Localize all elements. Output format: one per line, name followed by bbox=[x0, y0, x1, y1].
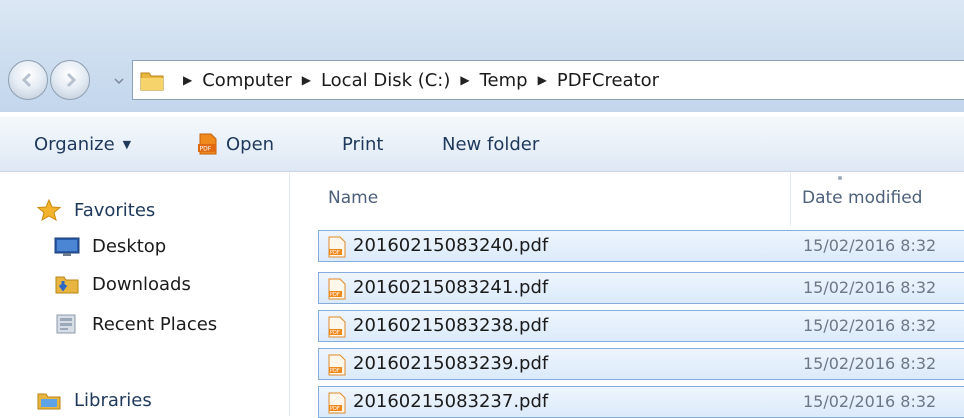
svg-text:PDF: PDF bbox=[330, 406, 340, 412]
breadcrumb-separator-icon[interactable]: ▶ bbox=[538, 73, 547, 87]
forward-button[interactable] bbox=[50, 60, 90, 100]
file-date: 15/02/2016 8:32 bbox=[803, 392, 937, 411]
nav-libraries[interactable]: Libraries bbox=[36, 386, 152, 414]
file-date: 15/02/2016 8:32 bbox=[803, 354, 937, 373]
star-icon bbox=[36, 199, 62, 221]
new-folder-label: New folder bbox=[442, 133, 540, 155]
breadcrumb-pdfcreator[interactable]: PDFCreator bbox=[557, 70, 659, 91]
file-name: 20160215083238.pdf bbox=[353, 315, 549, 336]
file-row[interactable]: PDF 20160215083241.pdf 15/02/2016 8:32 bbox=[318, 272, 964, 304]
nav-recent-places-label: Recent Places bbox=[92, 313, 218, 335]
pdf-file-icon: PDF bbox=[328, 316, 346, 338]
nav-downloads-label: Downloads bbox=[92, 273, 191, 295]
breadcrumb-separator-icon[interactable]: ▶ bbox=[302, 73, 311, 87]
chevron-down-icon: ▼ bbox=[122, 137, 132, 151]
nav-desktop-label: Desktop bbox=[92, 235, 167, 257]
back-button[interactable] bbox=[8, 60, 48, 100]
command-bar: Organize ▼ PDF Open Print New folder bbox=[0, 116, 964, 172]
pdf-file-icon: PDF bbox=[328, 278, 346, 300]
nav-favorites-label: Favorites bbox=[74, 199, 156, 221]
column-date-header[interactable]: Date modified bbox=[802, 188, 922, 208]
pdf-app-icon: PDF bbox=[198, 133, 217, 155]
new-folder-button[interactable]: New folder bbox=[442, 117, 539, 171]
pdf-file-icon: PDF bbox=[328, 236, 346, 258]
nav-recent-places[interactable]: Recent Places bbox=[54, 310, 217, 338]
print-label: Print bbox=[342, 133, 384, 155]
back-arrow-icon bbox=[21, 72, 32, 88]
forward-arrow-icon bbox=[66, 72, 77, 88]
nav-favorites[interactable]: Favorites bbox=[36, 196, 155, 224]
recent-places-icon bbox=[56, 314, 76, 334]
downloads-folder-icon bbox=[55, 276, 79, 294]
svg-text:PDF: PDF bbox=[330, 330, 340, 336]
column-header: Name Date modified bbox=[290, 172, 964, 226]
navigation-pane: Favorites Desktop Downloads Recent Place… bbox=[0, 172, 290, 416]
file-date: 15/02/2016 8:32 bbox=[803, 316, 937, 335]
file-row[interactable]: PDF 20160215083238.pdf 15/02/2016 8:32 bbox=[318, 310, 964, 342]
breadcrumb: ▶ Computer ▶ Local Disk (C:) ▶ Temp ▶ PD… bbox=[173, 61, 659, 99]
file-date: 15/02/2016 8:32 bbox=[803, 236, 937, 255]
organize-button[interactable]: Organize ▼ bbox=[34, 117, 131, 171]
breadcrumb-separator-icon[interactable]: ▶ bbox=[460, 73, 469, 87]
pdf-file-icon: PDF bbox=[328, 392, 346, 414]
svg-text:PDF: PDF bbox=[330, 368, 340, 374]
pdf-file-icon: PDF bbox=[328, 354, 346, 376]
file-name: 20160215083241.pdf bbox=[353, 277, 549, 298]
column-divider[interactable] bbox=[790, 172, 791, 226]
breadcrumb-local-disk[interactable]: Local Disk (C:) bbox=[321, 70, 450, 91]
address-bar[interactable]: ▶ Computer ▶ Local Disk (C:) ▶ Temp ▶ PD… bbox=[132, 60, 964, 100]
organize-label: Organize bbox=[34, 133, 115, 155]
recent-pages-dropdown-icon[interactable] bbox=[114, 76, 124, 86]
file-row[interactable]: PDF 20160215083240.pdf 15/02/2016 8:32 bbox=[318, 230, 964, 262]
print-button[interactable]: Print bbox=[342, 117, 383, 171]
open-button[interactable]: PDF Open bbox=[196, 117, 274, 171]
nav-downloads[interactable]: Downloads bbox=[54, 270, 191, 298]
nav-desktop[interactable]: Desktop bbox=[54, 232, 166, 260]
file-list: Name Date modified PDF 20160215083240.pd… bbox=[290, 172, 964, 418]
nav-libraries-label: Libraries bbox=[74, 389, 152, 411]
folder-icon bbox=[140, 72, 164, 91]
column-name-header[interactable]: Name bbox=[328, 188, 378, 208]
libraries-icon bbox=[37, 393, 61, 410]
svg-text:PDF: PDF bbox=[330, 292, 340, 298]
file-name: 20160215083237.pdf bbox=[353, 391, 549, 412]
file-row[interactable]: PDF 20160215083237.pdf 15/02/2016 8:32 bbox=[318, 386, 964, 418]
window-titlebar: ▶ Computer ▶ Local Disk (C:) ▶ Temp ▶ PD… bbox=[0, 0, 964, 112]
svg-text:PDF: PDF bbox=[200, 146, 212, 153]
desktop-icon bbox=[54, 237, 80, 256]
sort-indicator-icon bbox=[838, 176, 842, 180]
open-label: Open bbox=[226, 133, 275, 155]
file-date: 15/02/2016 8:32 bbox=[803, 278, 937, 297]
breadcrumb-computer[interactable]: Computer bbox=[202, 70, 291, 91]
svg-text:PDF: PDF bbox=[330, 250, 340, 256]
file-name: 20160215083239.pdf bbox=[353, 353, 549, 374]
file-name: 20160215083240.pdf bbox=[353, 235, 549, 256]
breadcrumb-temp[interactable]: Temp bbox=[480, 70, 528, 91]
file-row[interactable]: PDF 20160215083239.pdf 15/02/2016 8:32 bbox=[318, 348, 964, 380]
breadcrumb-separator-icon[interactable]: ▶ bbox=[183, 73, 192, 87]
